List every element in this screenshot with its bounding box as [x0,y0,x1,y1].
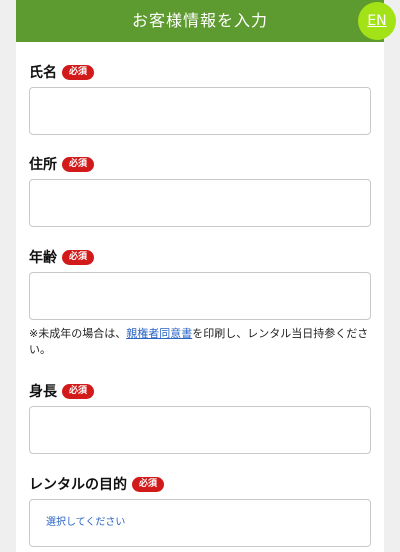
address-label-text: 住所 [29,157,57,173]
purpose-label-text: レンタルの目的 [29,477,127,493]
address-input[interactable] [29,179,371,227]
age-input[interactable] [29,272,371,320]
height-label-text: 身長 [29,384,57,400]
age-label-text: 年齢 [29,250,57,266]
required-badge: 必須 [62,383,95,399]
name-label-text: 氏名 [29,65,57,81]
address-label: 住所 必須 [29,154,95,174]
page-header: お客様情報を入力 [16,0,384,42]
purpose-select-placeholder: 選択してください [46,517,126,528]
required-badge: 必須 [62,249,95,265]
required-badge: 必須 [132,476,165,492]
height-input[interactable] [29,406,371,454]
height-label: 身長 必須 [29,381,95,401]
page-title: お客様情報を入力 [131,11,268,30]
note-prefix: ※未成年の場合は、 [29,327,127,340]
parental-consent-form-link[interactable]: 親権者同意書 [126,327,192,340]
age-label: 年齢 必須 [29,247,95,267]
required-badge: 必須 [62,64,95,80]
name-label: 氏名 必須 [29,62,95,82]
language-toggle-button[interactable]: EN [358,2,396,40]
name-input[interactable] [29,87,371,135]
purpose-label: レンタルの目的 必須 [29,474,165,494]
purpose-select[interactable]: 選択してください [29,499,371,547]
required-badge: 必須 [62,156,95,172]
minor-consent-note: ※未成年の場合は、親権者同意書を印刷し、レンタル当日持参ください。 [29,326,375,358]
